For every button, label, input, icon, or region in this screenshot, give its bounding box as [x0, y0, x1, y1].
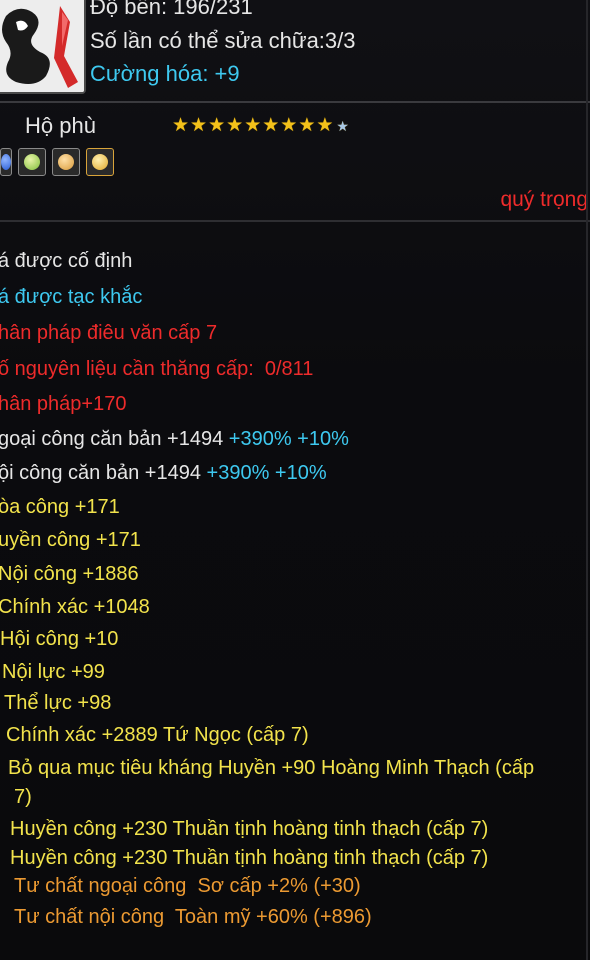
- stat-text: Tư chất ngoại công Sơ cấp +2% (+30): [14, 875, 361, 897]
- stat-text: Bỏ qua mục tiêu kháng Huyền +90 Hoàng Mi…: [8, 757, 535, 779]
- stat-text: Hội công +10: [0, 628, 119, 650]
- amber-gem-icon[interactable]: [52, 148, 80, 176]
- star-filled-icon: ★: [316, 115, 334, 136]
- durability-text: Độ bền: 196/231: [90, 0, 253, 19]
- stat-row: Tư chất ngoại công Sơ cấp +2% (+30): [14, 874, 361, 898]
- stat-row: á được tạc khắc: [0, 285, 142, 309]
- stat-row: Bỏ qua mục tiêu kháng Huyền +90 Hoàng Mi…: [8, 756, 534, 780]
- stat-text: á được cố định: [0, 250, 133, 272]
- stat-bonus-text: +390% +10%: [228, 428, 349, 450]
- stat-row: Huyền công +230 Thuần tịnh hoàng tinh th…: [10, 817, 488, 841]
- stat-row: Nội lực +99: [2, 660, 105, 684]
- stat-text: hân pháp+170: [0, 393, 127, 415]
- stat-text: Huyền công +230 Thuần tịnh hoàng tinh th…: [10, 847, 489, 869]
- stat-row: Huyền công +230 Thuần tịnh hoàng tinh th…: [10, 846, 488, 870]
- stat-text: 7): [14, 786, 32, 808]
- stat-text: Nội công +1886: [0, 563, 139, 585]
- stat-text: Chính xác +2889 Tứ Ngọc (cấp 7): [6, 724, 309, 746]
- stat-row: Chính xác +2889 Tứ Ngọc (cấp 7): [6, 723, 309, 747]
- stat-text: hân pháp điêu văn cấp 7: [0, 322, 218, 344]
- stat-text: uyền công +171: [0, 529, 141, 551]
- stat-bonus-text: +390% +10%: [206, 462, 327, 484]
- stat-text: Thể lực +98: [4, 692, 112, 714]
- stat-row: uyền công +171: [0, 528, 141, 552]
- stat-text: ội công căn bản +1494: [0, 462, 207, 484]
- stat-row: hân pháp điêu văn cấp 7: [0, 321, 217, 345]
- stat-text: á được tạc khắc: [0, 286, 143, 308]
- stat-row: Hội công +10: [0, 627, 118, 651]
- stat-row: Tư chất nội công Toàn mỹ +60% (+896): [14, 905, 372, 929]
- green-gem-icon[interactable]: [18, 148, 46, 176]
- star-rating-label: Hộ phù: [25, 113, 96, 138]
- gold-gem-icon[interactable]: [86, 148, 114, 176]
- star-empty-icon: ★: [336, 118, 349, 134]
- mascot-icon: [0, 0, 84, 92]
- divider: [0, 220, 590, 222]
- star-filled-icon: ★: [172, 115, 190, 136]
- stat-text: Tư chất nội công Toàn mỹ +60% (+896): [14, 906, 372, 928]
- enhance-level-text: Cường hóa: +9: [90, 61, 240, 86]
- stat-row: òa công +171: [0, 495, 120, 519]
- star-filled-icon: ★: [226, 115, 244, 136]
- blue-gem-icon[interactable]: [0, 148, 12, 176]
- stat-row: ội công căn bản +1494 +390% +10%: [0, 461, 327, 485]
- star-rating: ★ ★ ★ ★ ★ ★ ★ ★ ★ ★: [172, 116, 349, 136]
- star-filled-icon: ★: [208, 115, 226, 136]
- stat-text: Chính xác +1048: [0, 596, 150, 618]
- stat-row: Chính xác +1048: [0, 595, 150, 619]
- star-filled-icon: ★: [262, 115, 280, 136]
- divider: [0, 101, 590, 103]
- stat-row: Thể lực +98: [4, 691, 111, 715]
- star-filled-icon: ★: [298, 115, 316, 136]
- item-tooltip-panel: Độ bền: 196/231 Số lần có thể sửa chữa:3…: [0, 0, 590, 960]
- stat-row: goại công căn bản +1494 +390% +10%: [0, 427, 349, 451]
- star-filled-icon: ★: [190, 115, 208, 136]
- quality-label: quý trọng: [500, 188, 588, 211]
- star-filled-icon: ★: [280, 115, 298, 136]
- repair-count-text: Số lần có thể sửa chữa:3/3: [90, 28, 356, 53]
- star-filled-icon: ★: [244, 115, 262, 136]
- stat-text: goại công căn bản +1494: [0, 428, 229, 450]
- stat-text: Huyền công +230 Thuần tịnh hoàng tinh th…: [10, 818, 489, 840]
- stat-row: Nội công +1886: [0, 562, 139, 586]
- stat-text: òa công +171: [0, 496, 120, 518]
- gem-slots: [0, 148, 114, 176]
- stat-row: 7): [14, 785, 32, 809]
- stat-row: ố nguyên liệu cần thăng cấp: 0/811: [0, 357, 313, 381]
- stat-text: ố nguyên liệu cần thăng cấp: 0/811: [0, 358, 314, 380]
- stat-text: Nội lực +99: [2, 661, 105, 683]
- panel-right-border: [586, 0, 588, 960]
- stat-row: hân pháp+170: [0, 392, 126, 416]
- item-avatar: [0, 0, 86, 94]
- stat-row: á được cố định: [0, 249, 132, 273]
